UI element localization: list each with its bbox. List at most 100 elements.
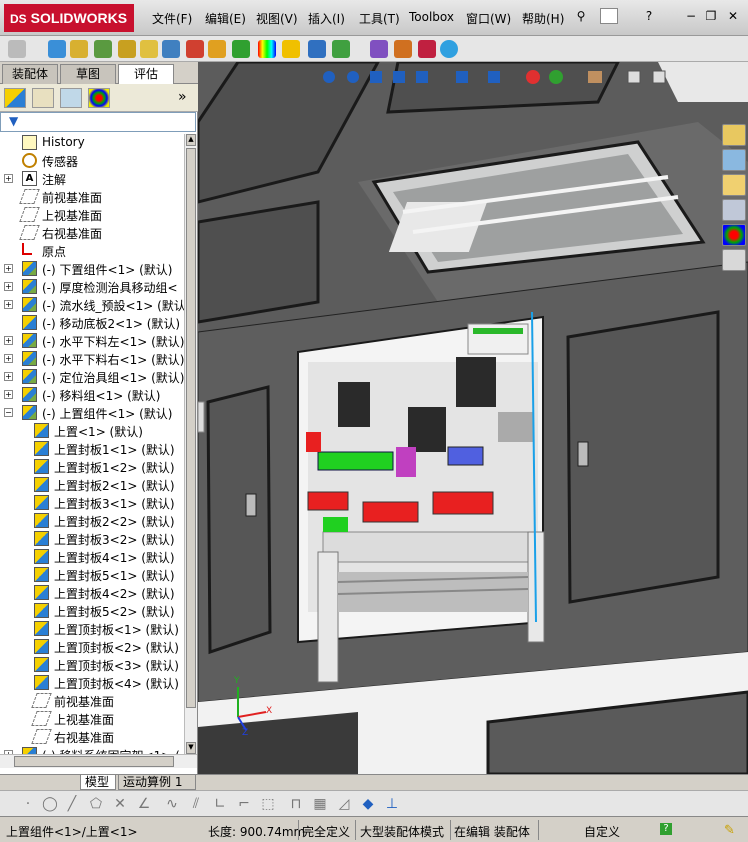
mirror-icon[interactable]: ⫽ <box>188 796 204 812</box>
tree-item[interactable]: + (-) 定位治具组<1> (默认) <box>0 368 184 386</box>
rectangle-icon[interactable]: ⬚ <box>260 796 276 812</box>
options-icon[interactable] <box>370 40 388 58</box>
assembly-features-icon[interactable] <box>232 40 250 58</box>
more-tabs-icon[interactable]: » <box>178 89 187 105</box>
rebuild-icon[interactable] <box>332 40 350 58</box>
tree-item[interactable]: 上置顶封板<1> (默认) <box>0 620 184 638</box>
filter-icon[interactable]: ▼ <box>9 114 18 128</box>
tab-model[interactable]: 模型 <box>80 775 116 790</box>
restore-button[interactable]: ❐ <box>702 8 720 24</box>
color-icon[interactable] <box>418 40 436 58</box>
menu-window[interactable]: 窗口(W) <box>466 10 511 27</box>
appearance-icon[interactable] <box>258 40 276 58</box>
circle-icon[interactable]: ◯ <box>42 796 58 812</box>
status-units[interactable]: 自定义 <box>584 823 620 840</box>
tree-item[interactable]: 上置封板2<1> (默认) <box>0 476 184 494</box>
menu-edit[interactable]: 编辑(E) <box>205 10 246 27</box>
tree-item[interactable]: 传感器 <box>0 152 184 170</box>
new-document-icon[interactable] <box>600 8 618 24</box>
tree-item[interactable]: + (-) 水平下料右<1> (默认) <box>0 350 184 368</box>
hide-show-icon[interactable] <box>162 40 180 58</box>
pin-icon[interactable]: ⚲ <box>572 8 590 24</box>
tab-motion-study[interactable]: 运动算例 1 <box>118 775 196 790</box>
feature-manager-icon[interactable] <box>4 88 26 108</box>
tree-item[interactable]: + (-) 流水线_预設<1> (默认 <box>0 296 184 314</box>
expander-icon[interactable]: + <box>4 354 13 363</box>
tree-item[interactable]: 上置封板5<1> (默认) <box>0 566 184 584</box>
polygon-icon[interactable]: ⬠ <box>88 796 104 812</box>
tree-item[interactable]: 上视基准面 <box>0 206 184 224</box>
insert-component-icon[interactable] <box>48 40 66 58</box>
view-palette-icon[interactable] <box>722 199 746 221</box>
expander-icon[interactable]: − <box>4 408 13 417</box>
tree-item[interactable]: 上置封板2<2> (默认) <box>0 512 184 530</box>
tree-item[interactable]: − (-) 上置组件<1> (默认) <box>0 404 184 422</box>
solidworks-logo[interactable]: DS SOLIDWORKS <box>4 4 134 32</box>
tree-item[interactable]: 上置封板5<2> (默认) <box>0 602 184 620</box>
tree-item[interactable]: 上置封板1<2> (默认) <box>0 458 184 476</box>
tab-sketch[interactable]: 草图 <box>60 64 116 84</box>
tree-item[interactable]: + (-) 移料组<1> (默认) <box>0 386 184 404</box>
expander-icon[interactable]: + <box>4 336 13 345</box>
linear-pattern-icon[interactable] <box>94 40 112 58</box>
tree-item[interactable]: 前视基准面 <box>0 188 184 206</box>
mate-icon[interactable] <box>70 40 88 58</box>
tree-item[interactable]: 原点 <box>0 242 184 260</box>
triangle-icon[interactable]: ◿ <box>336 796 352 812</box>
tree-item[interactable]: 前视基准面 <box>0 692 184 710</box>
graphics-area[interactable]: Y X Z <box>198 62 748 774</box>
expander-icon[interactable]: + <box>4 282 13 291</box>
tree-item[interactable]: + (-) 水平下料左<1> (默认) <box>0 332 184 350</box>
move-component-icon[interactable] <box>140 40 158 58</box>
tree-item[interactable]: + (-) 下置组件<1> (默认) <box>0 260 184 278</box>
corner-icon[interactable]: ⌐ <box>236 796 252 812</box>
tree-item[interactable]: 右视基准面 <box>0 728 184 746</box>
tree-item[interactable]: 上置封板3<2> (默认) <box>0 530 184 548</box>
cube-icon[interactable]: ◆ <box>360 796 376 812</box>
tree-item[interactable]: 上置封板1<1> (默认) <box>0 440 184 458</box>
construction-icon[interactable]: ∿ <box>164 796 180 812</box>
tree-item[interactable]: 上置封板4<2> (默认) <box>0 584 184 602</box>
scroll-up-arrow-icon[interactable]: ▲ <box>186 134 196 146</box>
render-icon[interactable] <box>440 40 458 58</box>
tab-assembly[interactable]: 装配体 <box>2 64 58 84</box>
tree-item[interactable]: (-) 移动底板2<1> (默认) <box>0 314 184 332</box>
trim-icon[interactable]: ✕ <box>112 796 128 812</box>
display-manager-icon[interactable] <box>88 88 110 108</box>
tree-item[interactable]: 上置封板4<1> (默认) <box>0 548 184 566</box>
filter-bar[interactable]: ▼ <box>0 112 196 132</box>
exploded-view-icon[interactable] <box>208 40 226 58</box>
expander-icon[interactable]: + <box>4 174 13 183</box>
tab-evaluate[interactable]: 评估 <box>118 64 174 85</box>
menu-toolbox[interactable]: Toolbox <box>409 10 454 24</box>
tree-item[interactable]: 上置顶封板<2> (默认) <box>0 638 184 656</box>
tree-item[interactable]: 右视基准面 <box>0 224 184 242</box>
expander-icon[interactable]: + <box>4 390 13 399</box>
tree-item[interactable]: 上视基准面 <box>0 710 184 728</box>
tree-item[interactable]: 上置<1> (默认) <box>0 422 184 440</box>
expander-icon[interactable]: + <box>4 300 13 309</box>
menu-insert[interactable]: 插入(I) <box>308 10 345 27</box>
tree-item[interactable]: 上置顶封板<3> (默认) <box>0 656 184 674</box>
grid-icon[interactable]: ▦ <box>312 796 328 812</box>
quick-tips-icon[interactable]: ✎ <box>724 823 735 838</box>
minimize-button[interactable]: − <box>682 8 700 24</box>
reference-geometry-icon[interactable] <box>308 40 326 58</box>
help-status-icon[interactable]: ? <box>660 823 672 835</box>
property-manager-icon[interactable] <box>32 88 54 108</box>
resources-icon[interactable] <box>722 124 746 146</box>
dimension-icon[interactable]: ⊓ <box>288 796 304 812</box>
tree-item[interactable]: + (-) 厚度检测治具移动组< <box>0 278 184 296</box>
interference-icon[interactable] <box>186 40 204 58</box>
select-tool-icon[interactable] <box>8 40 26 58</box>
smart-fasteners-icon[interactable] <box>118 40 136 58</box>
offset-icon[interactable]: ∟ <box>212 796 228 812</box>
tree-horizontal-scrollbar[interactable] <box>0 754 197 768</box>
line-icon[interactable]: ╱ <box>64 796 80 812</box>
appearances-icon[interactable] <box>722 224 746 246</box>
tree-item[interactable]: +(-) 移料系统固定架<1> ( <box>0 746 184 754</box>
menu-tools[interactable]: 工具(T) <box>359 10 400 27</box>
tree-item[interactable]: History <box>0 134 184 152</box>
configuration-manager-icon[interactable] <box>60 88 82 108</box>
help-icon[interactable]: ? <box>640 8 658 24</box>
